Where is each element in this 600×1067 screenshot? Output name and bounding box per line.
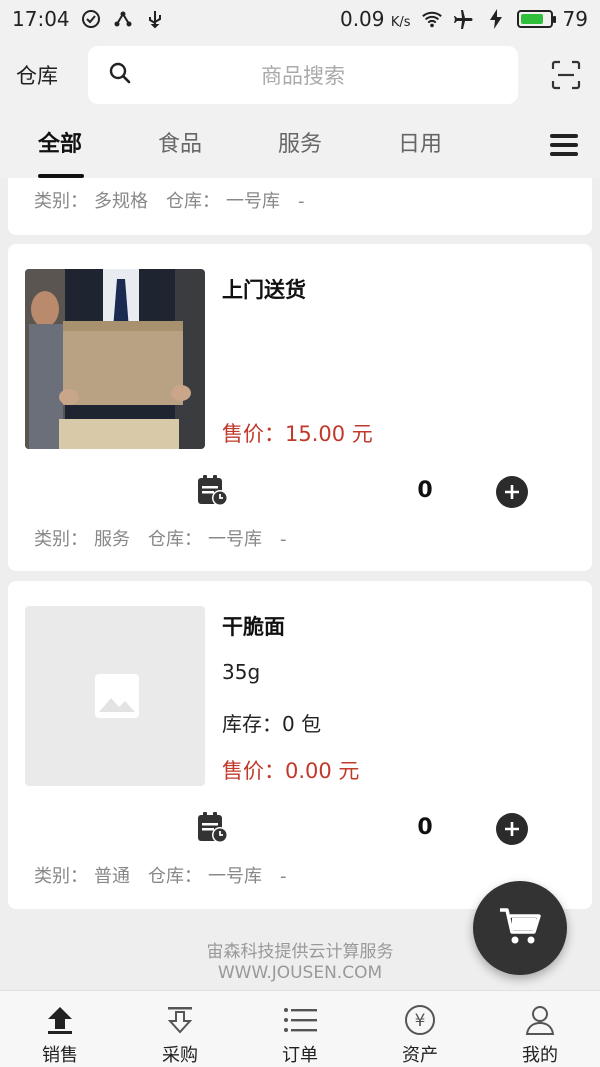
battery-level: 79 [562,7,588,31]
calendar-clock-icon[interactable] [196,473,230,507]
add-button[interactable] [496,813,528,845]
tab-all[interactable]: 全部 [0,112,120,178]
calendar-clock-icon[interactable] [196,810,230,844]
image-placeholder-icon [25,606,205,786]
nav-label: 销售 [42,1045,78,1066]
product-name: 干脆面 [222,615,285,639]
nav-label: 我的 [522,1045,558,1066]
nav-label: 采购 [162,1045,198,1066]
cart-icon [498,906,542,950]
assets-icon: ¥ [403,1003,437,1037]
tab-service[interactable]: 服务 [240,112,360,178]
purchase-icon [163,1003,197,1037]
product-list: 类别： 多规格 仓库： 一号库 - 上门送货 售价：15.00 元 0 类别： … [0,178,600,990]
product-price: 售价：15.00 元 [222,422,373,446]
product-image [25,269,205,449]
share-nodes-icon [112,8,134,30]
warehouse-selector[interactable]: 仓库 [16,60,78,90]
product-price: 售价：0.00 元 [222,759,360,783]
list-item[interactable]: 类别： 多规格 仓库： 一号库 - [8,178,592,235]
nav-orders[interactable]: 订单 [240,991,360,1067]
product-name: 上门送货 [222,278,306,302]
network-speed: 0.09 K/s [339,7,411,31]
charging-icon [485,8,507,30]
header: 仓库 商品搜索 [0,38,600,112]
wifi-icon [421,8,443,30]
quantity-value: 0 [417,478,433,503]
cart-button[interactable] [473,881,567,975]
add-button[interactable] [496,476,528,508]
item-meta: 类别： 多规格 仓库： 一号库 - [34,191,305,212]
scan-icon[interactable] [548,57,584,93]
nav-profile[interactable]: 我的 [480,991,600,1067]
item-meta: 类别： 服务 仓库： 一号库 - [34,529,287,550]
svg-text:¥: ¥ [415,1011,426,1031]
usb-icon [144,8,166,30]
nav-label: 资产 [402,1045,438,1066]
airplane-icon [453,8,475,30]
profile-icon [523,1003,557,1037]
menu-icon[interactable] [550,132,578,158]
product-stock: 库存：0 包 [222,712,322,736]
search-icon [108,61,132,89]
search-input[interactable]: 商品搜索 [88,46,518,104]
search-placeholder: 商品搜索 [261,64,345,88]
nav-sales[interactable]: 销售 [0,991,120,1067]
battery-icon [516,10,556,28]
list-item[interactable]: 干脆面 35g 库存：0 包 售价：0.00 元 0 类别： 普通 仓库： 一号库 - [8,581,592,909]
orders-icon [283,1003,317,1037]
nav-assets[interactable]: ¥ 资产 [360,991,480,1067]
tab-food[interactable]: 食品 [120,112,240,178]
status-time: 17:04 [12,7,70,31]
nav-purchase[interactable]: 采购 [120,991,240,1067]
check-circle-icon [80,8,102,30]
item-meta: 类别： 普通 仓库： 一号库 - [34,866,287,887]
quantity-value: 0 [417,815,433,840]
category-tabs: 全部 食品 服务 日用 [0,112,600,178]
tab-daily[interactable]: 日用 [360,112,480,178]
list-item[interactable]: 上门送货 售价：15.00 元 0 类别： 服务 仓库： 一号库 - [8,244,592,571]
product-spec: 35g [222,660,261,684]
bottom-nav: 销售 采购 订单 ¥ 资产 我的 [0,990,600,1067]
sales-icon [43,1003,77,1037]
nav-label: 订单 [282,1045,318,1066]
status-bar: 17:04 0.09 K/s 79 [0,0,600,38]
